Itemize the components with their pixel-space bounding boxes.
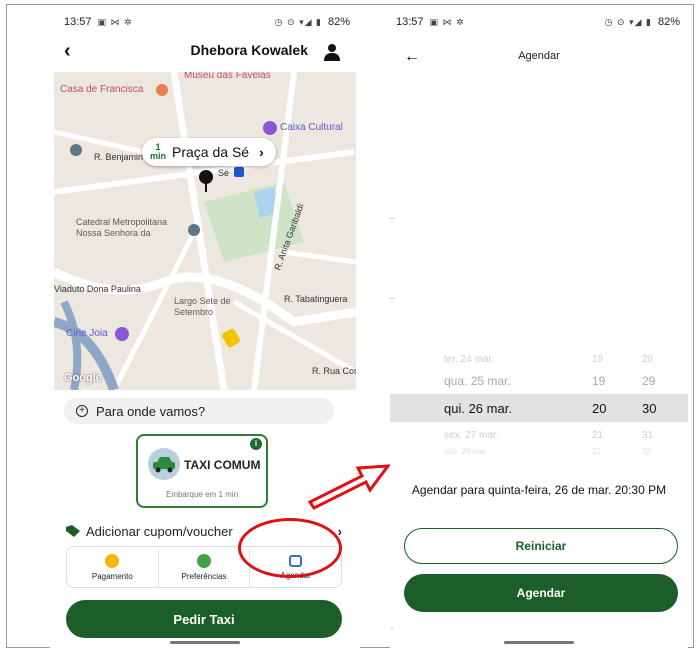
status-time: 13:57 bbox=[64, 16, 92, 28]
location-name: Praça da Sé bbox=[172, 144, 250, 160]
picker-date: qui. 26 mar. bbox=[444, 400, 512, 416]
option-payment[interactable]: Pagamento bbox=[67, 547, 159, 587]
taxi-option-subtitle: Embarque em 1 min bbox=[165, 490, 239, 499]
reset-button[interactable]: Reiniciar bbox=[404, 528, 678, 564]
user-icon[interactable] bbox=[322, 42, 342, 62]
picker-row-selected[interactable]: qui. 26 mar. 20 30 bbox=[390, 394, 688, 422]
option-label: Preferências bbox=[181, 571, 227, 581]
street-label: R. Benjamin bbox=[94, 152, 144, 162]
status-battery: 82% bbox=[657, 16, 680, 28]
header: ← Agendar bbox=[390, 48, 688, 68]
phone-schedule-screen: 13:57 ▣ ⋈ ✲ ◷ ⊙ ▾◢ ▮ 82% ← Agendar ter. … bbox=[390, 8, 688, 648]
car-icon bbox=[148, 448, 180, 480]
notification-icons: ▣ ⋈ ✲ bbox=[97, 16, 133, 27]
picker-minute: 29 bbox=[642, 374, 656, 388]
request-taxi-button[interactable]: Pedir Taxi bbox=[66, 600, 342, 638]
poi-label: Largo Sete de Setembro bbox=[174, 296, 231, 317]
picker-hour: 21 bbox=[592, 429, 604, 441]
picker-hour: 19 bbox=[592, 374, 606, 388]
map-pin-icon bbox=[199, 170, 213, 192]
picker-hour: 22 bbox=[592, 446, 601, 456]
poi-label: Casa de Francisca bbox=[60, 84, 144, 95]
street-label: Viaduto Dona Paulina bbox=[54, 284, 141, 294]
destination-placeholder: Para onde vamos? bbox=[96, 403, 206, 419]
back-chevron-icon[interactable]: ‹ bbox=[64, 40, 71, 62]
picker-minute: 28 bbox=[642, 353, 654, 365]
notification-icons: ▣ ⋈ ✲ bbox=[429, 16, 465, 27]
poi-label: Caixa Cultural bbox=[280, 122, 343, 133]
picker-row[interactable]: sex. 27 mar. 21 31 bbox=[390, 424, 688, 446]
header: ‹ Dhebora Kowalek bbox=[50, 40, 360, 64]
system-icons: ◷ ⊙ ▾◢ ▮ bbox=[274, 16, 322, 27]
taxi-option-title: TAXI COMUM bbox=[184, 458, 261, 472]
poi-label: Cine Joia bbox=[66, 328, 108, 339]
picker-date: sáb. 28 mar. bbox=[444, 446, 489, 456]
add-circle-icon: + bbox=[76, 405, 88, 417]
google-attribution: Google bbox=[64, 372, 102, 384]
status-bar: 13:57 ▣ ⋈ ✲ ◷ ⊙ ▾◢ ▮ 82% bbox=[64, 14, 350, 30]
location-bubble[interactable]: 1 min Praça da Sé › bbox=[142, 138, 276, 166]
info-icon[interactable]: i bbox=[250, 438, 262, 450]
picker-row[interactable]: ter. 24 mar. 18 28 bbox=[390, 348, 688, 370]
date-time-picker[interactable]: ter. 24 mar. 18 28 qua. 25 mar. 19 29 qu… bbox=[390, 348, 688, 472]
destination-input[interactable]: + Para onde vamos? bbox=[64, 398, 334, 424]
page-title: Agendar bbox=[518, 50, 560, 62]
tag-icon bbox=[66, 525, 80, 537]
picker-row[interactable]: sáb. 28 mar. 22 32 bbox=[390, 446, 688, 456]
highlight-circle bbox=[238, 518, 342, 578]
status-time: 13:57 bbox=[396, 16, 424, 28]
scroll-tick bbox=[390, 218, 394, 219]
status-bar: 13:57 ▣ ⋈ ✲ ◷ ⊙ ▾◢ ▮ 82% bbox=[396, 14, 680, 30]
taxi-option-card[interactable]: i TAXI COMUM Embarque em 1 min bbox=[136, 434, 268, 508]
home-indicator bbox=[170, 641, 240, 644]
eta-badge: 1 min bbox=[150, 143, 166, 161]
street-label: R. Tabatinguera bbox=[284, 294, 348, 304]
picker-hour: 20 bbox=[592, 400, 607, 416]
schedule-summary: Agendar para quinta-feira, 26 de mar. 20… bbox=[411, 483, 667, 497]
home-indicator bbox=[504, 641, 574, 644]
eta-unit: min bbox=[150, 151, 167, 161]
picker-row[interactable]: qua. 25 mar. 19 29 bbox=[390, 370, 688, 392]
poi-label: Museu das Favelas bbox=[184, 72, 271, 81]
plus-circle-icon bbox=[197, 553, 211, 568]
scroll-tick bbox=[390, 628, 394, 629]
picker-date: qua. 25 mar. bbox=[444, 374, 511, 388]
picker-hour: 18 bbox=[592, 353, 604, 365]
scroll-tick bbox=[390, 298, 394, 299]
picker-minute: 32 bbox=[642, 446, 651, 456]
chevron-right-icon: › bbox=[259, 144, 264, 160]
picker-minute: 30 bbox=[642, 400, 657, 416]
arrow-annotation bbox=[307, 464, 392, 510]
map-view[interactable]: Museu das Favelas Casa de Francisca Caix… bbox=[54, 72, 356, 390]
option-label: Pagamento bbox=[91, 571, 133, 581]
picker-minute: 31 bbox=[642, 429, 654, 441]
picker-date: ter. 24 mar. bbox=[444, 353, 495, 365]
coupon-label: Adicionar cupom/voucher bbox=[86, 523, 233, 539]
poi-label: Catedral Metropolitana Nossa Senhora da bbox=[76, 217, 168, 238]
confirm-schedule-button[interactable]: Agendar bbox=[404, 574, 678, 612]
street-label: R. Rua Conde bbox=[312, 366, 356, 376]
user-name: Dhebora Kowalek bbox=[190, 42, 308, 58]
system-icons: ◷ ⊙ ▾◢ ▮ bbox=[604, 16, 652, 27]
status-battery: 82% bbox=[327, 16, 350, 28]
picker-date: sex. 27 mar. bbox=[444, 429, 499, 441]
option-preferences[interactable]: Preferências bbox=[159, 547, 251, 587]
coin-icon bbox=[105, 553, 120, 568]
poi-label: Sé bbox=[218, 168, 230, 178]
